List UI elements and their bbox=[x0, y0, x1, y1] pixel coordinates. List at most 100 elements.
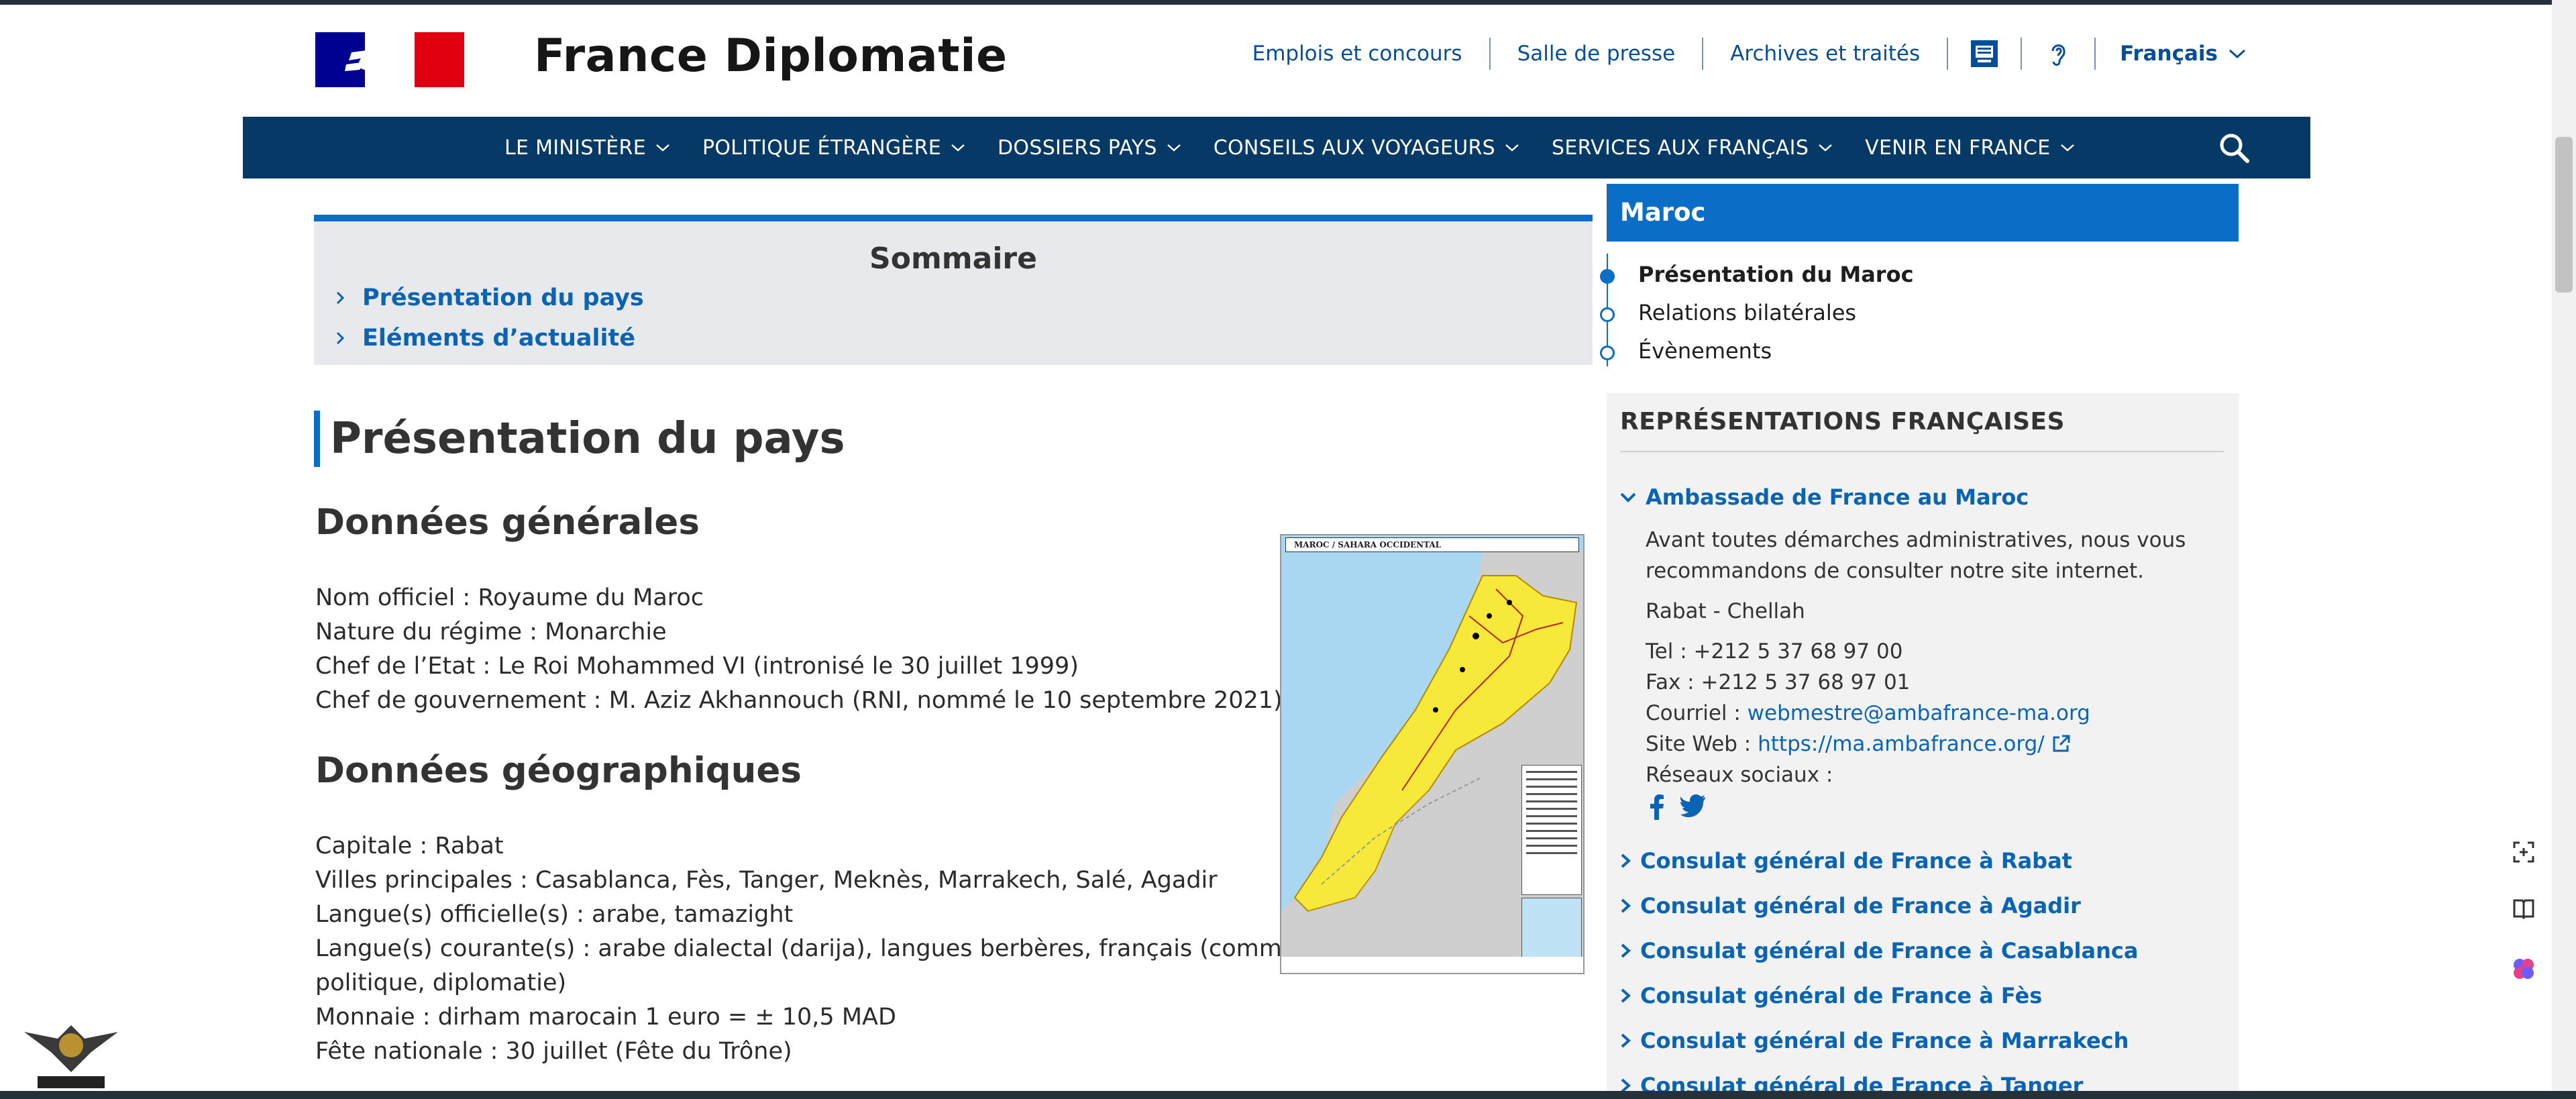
chevron-down-icon bbox=[1819, 144, 1833, 152]
sign-language-icon[interactable] bbox=[1968, 38, 2000, 70]
screenshot-tool-icon[interactable] bbox=[2508, 836, 2540, 868]
chevron-right-icon bbox=[1621, 853, 1631, 868]
scrollbar-thumb[interactable] bbox=[2555, 137, 2573, 293]
archives-link[interactable]: Archives et traités bbox=[1703, 42, 1947, 66]
chevron-down-icon bbox=[656, 144, 669, 152]
nav-item-services-aux-français[interactable]: SERVICES AUX FRANÇAIS bbox=[1552, 136, 1833, 160]
courriel-link[interactable]: webmestre@ambafrance-ma.org bbox=[1748, 701, 2090, 725]
sidebar-country-title[interactable]: Maroc bbox=[1607, 184, 2239, 242]
chevron-down-icon bbox=[2229, 49, 2246, 59]
geo-line: Fête nationale : 30 juillet (Fête du Trô… bbox=[315, 1038, 792, 1065]
marianne-icon bbox=[345, 42, 395, 82]
sommaire-box: Sommaire Présentation du pays Eléments d… bbox=[314, 215, 1593, 365]
browser-bottom-border bbox=[0, 1091, 2576, 1099]
page-title: Présentation du pays bbox=[314, 411, 845, 467]
ambassade-details: Avant toutes démarches administratives, … bbox=[1646, 525, 2186, 820]
main-navigation: LE MINISTÈRE POLITIQUE ÉTRANGÈRE DOSSIERS … bbox=[243, 117, 2310, 178]
consulat-accordion[interactable]: Consulat général de France à Fès bbox=[1620, 983, 2042, 1008]
geographiques-text: Capitale : Rabat Villes principales : Ca… bbox=[315, 829, 1340, 1069]
generales-line: Nature du régime : Monarchie bbox=[315, 619, 667, 645]
consulat-label: Consulat général de France à Rabat bbox=[1640, 848, 2072, 874]
map-title: MAROC / SAHARA OCCIDENTAL bbox=[1285, 537, 1579, 552]
geo-line: Monnaie : dirham marocain 1 euro = ± 10,… bbox=[315, 1004, 896, 1031]
ambassade-location: Rabat - Chellah bbox=[1646, 599, 1805, 623]
search-icon[interactable] bbox=[2218, 132, 2250, 164]
ambassade-tel: Tel : +212 5 37 68 97 00 bbox=[1646, 639, 1903, 664]
consulat-label: Consulat général de France à Casablanca bbox=[1640, 938, 2139, 963]
nav-item-le-ministère[interactable]: LE MINISTÈRE bbox=[504, 136, 670, 160]
consulat-accordion[interactable]: Consulat général de France à Agadir bbox=[1620, 893, 2081, 919]
generales-line: Nom officiel : Royaume du Maroc bbox=[315, 584, 704, 611]
republique-francaise-logo[interactable] bbox=[315, 32, 464, 87]
generales-line: Chef de l’Etat : Le Roi Mohammed VI (int… bbox=[315, 653, 1079, 680]
nav-item-label: SERVICES AUX FRANÇAIS bbox=[1552, 136, 1809, 160]
sidebar-dot bbox=[1600, 346, 1615, 360]
sommaire-item-presentation[interactable]: Présentation du pays bbox=[335, 284, 644, 311]
section-heading-generales: Données générales bbox=[315, 502, 700, 543]
sidebar-item-evenements[interactable]: Évènements bbox=[1638, 338, 1772, 364]
top-links: Emplois et concours Salle de presse Arch… bbox=[1226, 38, 2246, 70]
language-label: Français bbox=[2120, 42, 2218, 66]
nav-item-venir-en-france[interactable]: VENIR EN FRANCE bbox=[1865, 136, 2074, 160]
presse-link[interactable]: Salle de presse bbox=[1491, 42, 1703, 66]
chevron-right-icon bbox=[336, 331, 345, 345]
nav-item-politique-étrangère[interactable]: POLITIQUE ÉTRANGÈRE bbox=[702, 136, 965, 160]
reader-icon[interactable] bbox=[2508, 892, 2540, 925]
social-links bbox=[1646, 794, 2186, 820]
site-web-link[interactable]: https://ma.ambafrance.org/ bbox=[1758, 732, 2045, 756]
consulat-label: Consulat général de France à Agadir bbox=[1640, 893, 2081, 919]
ambassade-reseaux: Réseaux sociaux : bbox=[1646, 763, 1833, 787]
ambassade-courriel: Courriel : webmestre@ambafrance-ma.org bbox=[1646, 701, 2090, 725]
chevron-down-icon bbox=[1620, 492, 1636, 503]
sommaire-item-actualite[interactable]: Eléments d’actualité bbox=[335, 325, 635, 352]
geo-line: Capitale : Rabat bbox=[315, 833, 504, 859]
ambassade-accordion[interactable]: Ambassade de France au Maroc bbox=[1620, 484, 2029, 510]
chevron-right-icon bbox=[1621, 898, 1631, 913]
facebook-icon[interactable] bbox=[1650, 794, 1664, 820]
nav-item-label: VENIR EN FRANCE bbox=[1865, 136, 2051, 160]
map-inset bbox=[1521, 898, 1582, 963]
twitter-icon[interactable] bbox=[1680, 794, 1706, 817]
consulat-accordion[interactable]: Consulat général de France à Rabat bbox=[1620, 848, 2072, 874]
consulat-label: Consulat général de France à Marrakech bbox=[1640, 1028, 2129, 1053]
nav-item-conseils-aux-voyageurs[interactable]: CONSEILS AUX VOYAGEURS bbox=[1214, 136, 1519, 160]
emplois-link[interactable]: Emplois et concours bbox=[1226, 42, 1489, 66]
ambassade-note: recommandons de consulter notre site int… bbox=[1646, 559, 2145, 583]
hearing-icon[interactable] bbox=[2042, 38, 2074, 70]
ambassade-note: Avant toutes démarches administratives, … bbox=[1646, 528, 2186, 552]
map-legend bbox=[1521, 765, 1582, 895]
generales-line: Chef de gouvernement : M. Aziz Akhannouc… bbox=[315, 687, 1283, 714]
chevron-right-icon bbox=[1621, 943, 1631, 958]
browser-top-border bbox=[0, 0, 2576, 5]
representations-title: REPRÉSENTATIONS FRANÇAISES bbox=[1620, 408, 2065, 435]
sidebar-item-relations[interactable]: Relations bilatérales bbox=[1638, 300, 1856, 325]
consulat-label: Consulat général de France à Fès bbox=[1640, 983, 2043, 1008]
sidebar-dot bbox=[1600, 307, 1615, 322]
representations-panel: REPRÉSENTATIONS FRANÇAISES Ambassade de … bbox=[1607, 393, 2239, 1099]
chevron-down-icon bbox=[1167, 144, 1181, 152]
chevron-right-icon bbox=[1621, 1033, 1631, 1048]
map-caption bbox=[1281, 957, 1583, 973]
chevron-down-icon bbox=[1505, 144, 1519, 152]
nav-item-label: POLITIQUE ÉTRANGÈRE bbox=[702, 136, 942, 160]
site-title[interactable]: France Diplomatie bbox=[534, 30, 1008, 83]
consulat-accordion[interactable]: Consulat général de France à Marrakech bbox=[1620, 1028, 2129, 1053]
generales-text: Nom officiel : Royaume du Maroc Nature d… bbox=[315, 581, 1283, 718]
page-scrollbar[interactable] bbox=[2552, 0, 2576, 1091]
nav-item-label: DOSSIERS PAYS bbox=[998, 136, 1157, 160]
chevron-right-icon bbox=[336, 291, 345, 305]
sidebar-item-presentation[interactable]: Présentation du Maroc bbox=[1638, 262, 1914, 287]
morocco-map-image[interactable]: MAROC / SAHARA OCCIDENTAL bbox=[1280, 534, 1585, 974]
language-selector[interactable]: Français bbox=[2096, 42, 2246, 66]
ambassade-fax: Fax : +212 5 37 68 97 01 bbox=[1646, 670, 1911, 694]
chevron-right-icon bbox=[1621, 988, 1631, 1003]
ai-assistant-icon[interactable] bbox=[2508, 953, 2540, 985]
ambassade-site: Site Web : https://ma.ambafrance.org/ bbox=[1646, 729, 2186, 760]
geo-line: Langue(s) courante(s) : arabe dialectal … bbox=[315, 935, 1340, 962]
separator bbox=[1947, 38, 1949, 70]
nav-item-label: LE MINISTÈRE bbox=[504, 136, 646, 160]
sidebar-active-dot bbox=[1600, 269, 1615, 284]
geo-line: Langue(s) officielle(s) : arabe, tamazig… bbox=[315, 901, 794, 928]
nav-item-dossiers-pays[interactable]: DOSSIERS PAYS bbox=[998, 136, 1181, 160]
consulat-accordion[interactable]: Consulat général de France à Casablanca bbox=[1620, 938, 2138, 963]
